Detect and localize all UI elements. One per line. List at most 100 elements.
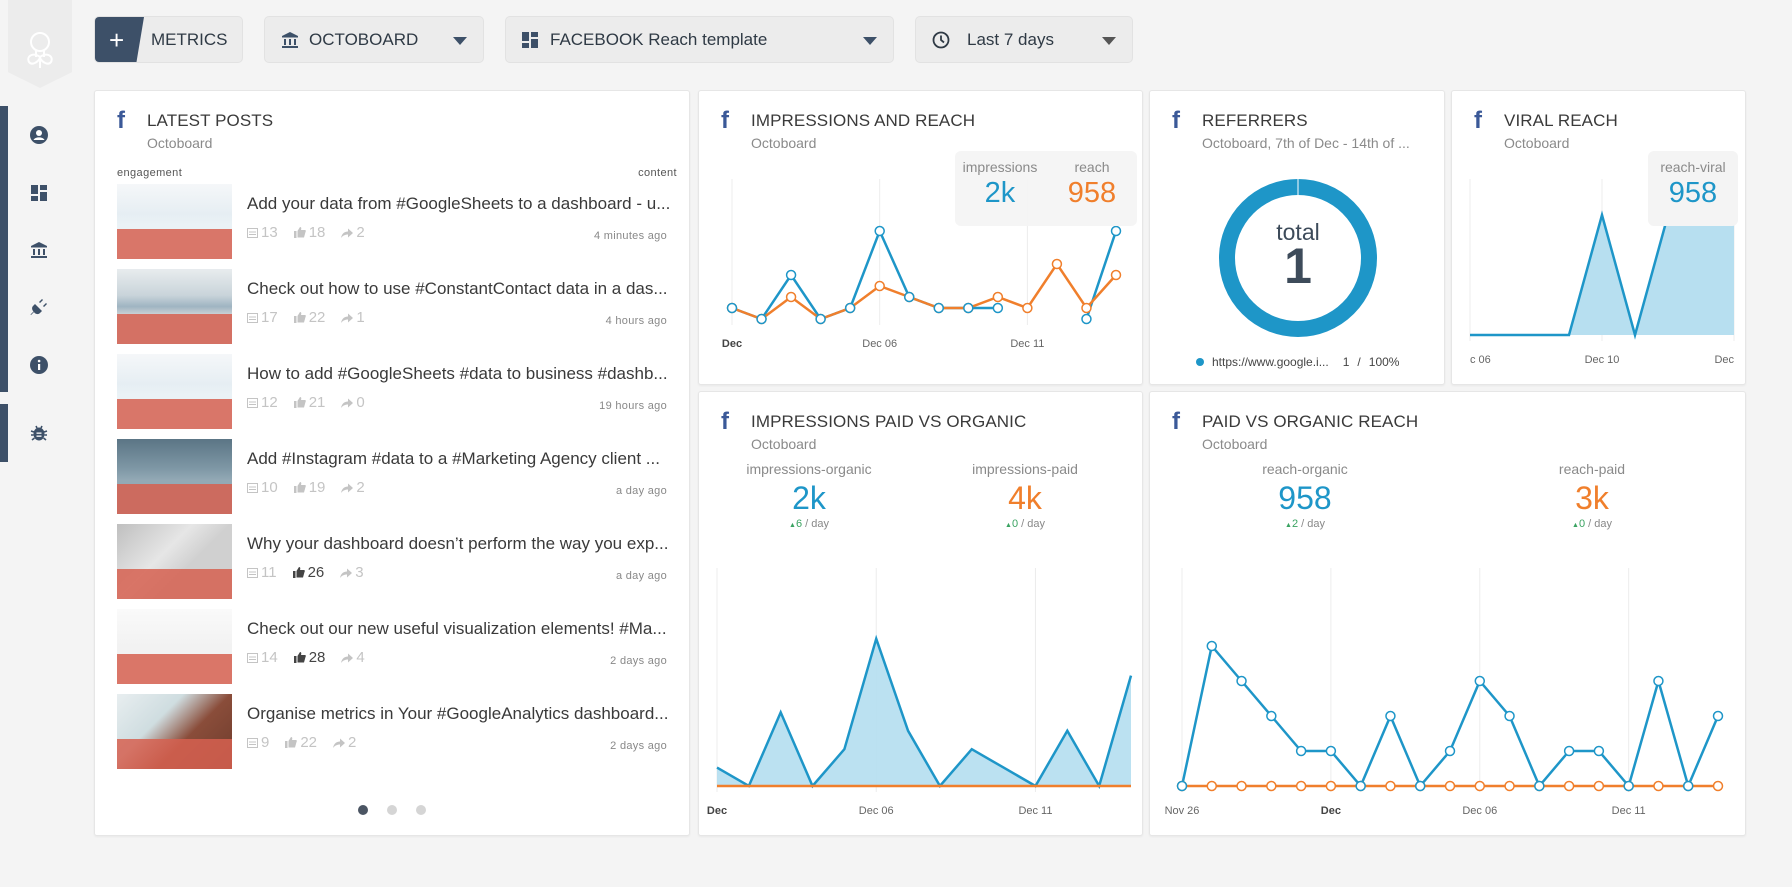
organization-dropdown[interactable]: OCTOBOARD [264, 16, 484, 63]
sidebar-item-bug-report[interactable] [28, 422, 50, 444]
post-thumbnail[interactable] [117, 354, 232, 429]
paid-vs-organic-reach-widget: f PAID VS ORGANIC REACH Octoboard reach-… [1149, 391, 1746, 836]
post-thumbnail[interactable] [117, 694, 232, 769]
data-point-reach[interactable] [1110, 269, 1122, 281]
data-point-impressions[interactable] [785, 269, 797, 281]
data-point-reach-organic[interactable] [1176, 780, 1188, 792]
data-point-reach-organic[interactable] [1266, 710, 1277, 722]
post-thumbnail[interactable] [117, 439, 232, 514]
post-item[interactable]: Add your data from #GoogleSheets to a da… [117, 184, 677, 260]
data-point-impressions[interactable] [992, 302, 1004, 314]
post-text[interactable]: Add your data from #GoogleSheets to a da… [247, 194, 677, 214]
data-point-reach-organic[interactable] [1593, 745, 1605, 757]
data-point-reach-paid[interactable] [1653, 780, 1664, 792]
data-point-reach-paid[interactable] [1563, 780, 1575, 792]
sidebar-active-indicator [0, 106, 8, 392]
comments-stat: 10 [247, 479, 278, 496]
page-dot-1[interactable] [358, 805, 368, 815]
data-point-impressions[interactable] [1110, 225, 1122, 237]
impressions-paid-organic-chart: Dec Dec 06 Dec 11 [707, 568, 1133, 817]
data-point-reach[interactable] [1051, 258, 1063, 270]
post-stats: 10 19 2 [247, 479, 365, 496]
post-item[interactable]: Why your dashboard doesn’t perform the w… [117, 524, 677, 600]
data-point-reach-paid[interactable] [1385, 780, 1396, 792]
content-sort-label[interactable]: content [638, 167, 677, 179]
date-range-dropdown[interactable]: Last 7 days [915, 16, 1133, 63]
data-point-impressions[interactable] [844, 302, 856, 314]
data-point-reach-paid[interactable] [1504, 780, 1515, 792]
data-point-reach-organic[interactable] [1325, 745, 1337, 757]
data-point-reach-organic[interactable] [1206, 640, 1218, 652]
data-point-impressions[interactable] [1081, 313, 1092, 325]
data-point-impressions[interactable] [933, 302, 945, 314]
sidebar-item-info[interactable] [28, 354, 50, 376]
page-dot-3[interactable] [416, 805, 426, 815]
data-point-reach-organic[interactable] [1236, 675, 1247, 687]
data-point-reach-organic[interactable] [1504, 710, 1515, 722]
sidebar-item-account[interactable] [28, 124, 50, 146]
data-point-reach[interactable] [874, 280, 885, 292]
post-text[interactable]: Organise metrics in Your #GoogleAnalytic… [247, 704, 677, 724]
data-point-impressions[interactable] [756, 313, 767, 325]
sidebar-item-integrations[interactable] [28, 296, 50, 318]
data-point-impressions[interactable] [903, 291, 915, 303]
data-point-impressions[interactable] [874, 225, 885, 237]
data-point-reach-organic[interactable] [1534, 780, 1545, 792]
data-point-reach-organic[interactable] [1414, 780, 1426, 792]
data-point-reach[interactable] [1022, 302, 1033, 314]
data-point-reach[interactable] [785, 291, 797, 303]
dashboard-dropdown[interactable]: FACEBOOK Reach template [505, 16, 894, 63]
data-point-reach-paid[interactable] [1295, 780, 1307, 792]
data-point-reach-organic[interactable] [1474, 675, 1486, 687]
post-thumbnail[interactable] [117, 269, 232, 344]
sidebar-item-organizations[interactable] [28, 239, 50, 261]
total-value: 1 [1284, 238, 1312, 294]
data-point-reach[interactable] [992, 291, 1004, 303]
data-point-reach-organic[interactable] [1682, 780, 1694, 792]
post-item[interactable]: Add #Instagram #data to a #Marketing Age… [117, 439, 677, 515]
data-point-reach-paid[interactable] [1236, 780, 1247, 792]
data-point-reach-organic[interactable] [1444, 745, 1456, 757]
data-point-reach-paid[interactable] [1266, 780, 1277, 792]
data-point-impressions[interactable] [726, 302, 738, 314]
data-point-reach-organic[interactable] [1563, 745, 1575, 757]
post-thumbnail[interactable] [117, 609, 232, 684]
data-point-reach-paid[interactable] [1712, 780, 1724, 792]
data-point-reach-paid[interactable] [1325, 780, 1337, 792]
comments-stat: 11 [247, 564, 277, 581]
post-thumbnail[interactable] [117, 524, 232, 599]
post-item[interactable]: Check out how to use #ConstantContact da… [117, 269, 677, 345]
data-point-reach-paid[interactable] [1474, 780, 1486, 792]
post-item[interactable]: How to add #GoogleSheets #data to busine… [117, 354, 677, 430]
data-point-reach-paid[interactable] [1444, 780, 1456, 792]
data-point-reach-organic[interactable] [1295, 745, 1307, 757]
shares-stat: 4 [341, 649, 365, 666]
data-point-reach-organic[interactable] [1385, 710, 1396, 722]
data-point-reach[interactable] [1081, 302, 1092, 314]
dashboard-value: FACEBOOK Reach template [550, 30, 768, 49]
octoboard-logo[interactable] [8, 0, 72, 88]
post-text[interactable]: How to add #GoogleSheets #data to busine… [247, 364, 677, 384]
data-point-reach-paid[interactable] [1206, 780, 1218, 792]
post-text[interactable]: Why your dashboard doesn’t perform the w… [247, 534, 677, 554]
post-text[interactable]: Check out our new useful visualization e… [247, 619, 677, 639]
page-dot-2[interactable] [387, 805, 397, 815]
post-text[interactable]: Check out how to use #ConstantContact da… [247, 279, 677, 299]
sidebar-item-dashboards[interactable] [28, 182, 50, 204]
data-point-reach-organic[interactable] [1623, 780, 1634, 792]
post-text[interactable]: Add #Instagram #data to a #Marketing Age… [247, 449, 677, 469]
data-point-reach-organic[interactable] [1355, 780, 1366, 792]
engagement-sort-label[interactable]: engagement [117, 167, 182, 179]
data-point-reach-paid[interactable] [1593, 780, 1605, 792]
data-point-reach-organic[interactable] [1653, 675, 1664, 687]
legend-item[interactable]: https://www.google.i... 1 / 100% [1196, 355, 1399, 369]
data-point-impressions[interactable] [815, 313, 826, 325]
add-metrics-button[interactable]: + METRICS [94, 16, 243, 63]
post-thumbnail[interactable] [117, 184, 232, 259]
post-item[interactable]: Organise metrics in Your #GoogleAnalytic… [117, 694, 677, 770]
data-point-reach-organic[interactable] [1712, 710, 1724, 722]
x-tick-label: Dec 11 [1010, 338, 1044, 350]
data-point-impressions[interactable] [963, 302, 974, 314]
post-item[interactable]: Check out our new useful visualization e… [117, 609, 677, 685]
thumbs-up-icon [293, 397, 306, 408]
